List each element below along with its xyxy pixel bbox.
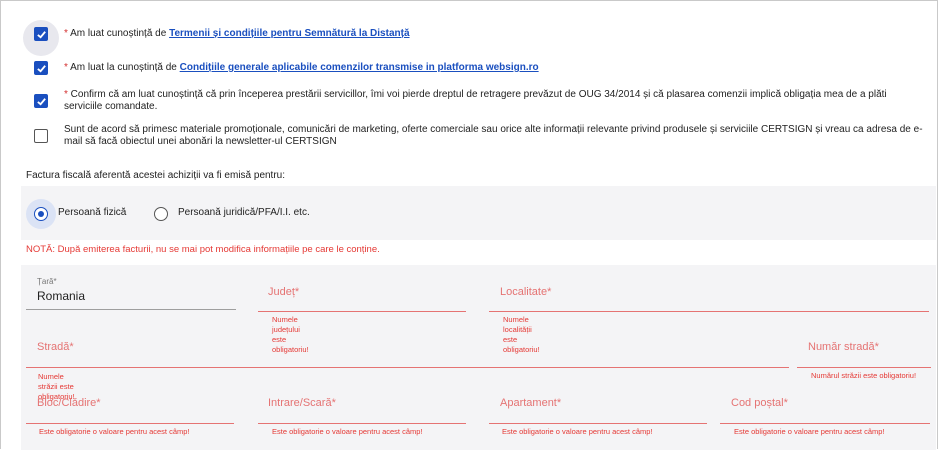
county-label: Județ* [268,286,300,298]
radio-persoana-juridica[interactable] [154,207,168,221]
marketing-consent-text: Sunt de acord să primesc materiale promo… [64,124,923,147]
locality-underline [489,311,929,312]
county-error: Numele județului este obligatoriu! [272,315,309,354]
general-conditions-link[interactable]: Condițiile generale aplicabile comenzilo… [180,62,539,73]
locality-label: Localitate* [500,286,552,298]
street-number-error: Numărul străzii este obligatoriu! [811,371,917,380]
radio-persoana-fizica[interactable] [34,207,48,221]
invoice-type-label: Factura fiscală aferentă acestei achiziț… [26,170,286,181]
radio-persoana-fizica-label[interactable]: Persoană fizică [58,207,126,218]
postal-code-label: Cod poștal* [731,397,788,409]
county-underline [258,311,466,312]
street-number-underline [797,367,931,368]
entrance-error: Este obligatorie o valoare pentru acest … [272,427,423,436]
terms-consent-text: * Am luat cunoștință de Termenii și cond… [64,28,410,39]
street-number-label: Număr stradă* [808,341,879,353]
building-label: Bloc/Clădire* [37,397,101,409]
terms-link[interactable]: Termenii și condițiile pentru Semnătură … [169,28,409,39]
withdrawal-checkbox[interactable] [34,94,48,108]
street-underline [26,367,789,368]
entrance-underline [258,423,466,424]
postal-code-error: Este obligatorie o valoare pentru acest … [734,427,885,436]
general-conditions-consent-text: * Am luat la cunoștință de Condițiile ge… [64,62,539,73]
country-select[interactable]: Romania [37,289,85,303]
street-label: Stradă* [37,341,74,353]
country-underline [26,309,236,310]
withdrawal-consent-text: * Confirm că am luat cunoștință că prin … [64,89,887,112]
locality-error: Numele localității este obligatoriu! [503,315,540,354]
terms-checkbox[interactable] [34,27,48,41]
radio-persoana-juridica-label[interactable]: Persoană juridică/PFA/I.I. etc. [178,207,310,218]
country-label: Țară* [37,277,57,286]
apartment-label: Apartament* [500,397,562,409]
marketing-checkbox[interactable] [34,129,48,143]
general-conditions-checkbox[interactable] [34,61,48,75]
invoice-note: NOTĂ: După emiterea facturii, nu se mai … [26,244,380,255]
building-underline [26,423,234,424]
building-error: Este obligatorie o valoare pentru acest … [39,427,190,436]
entrance-label: Intrare/Scară* [268,397,336,409]
postal-code-underline [720,423,930,424]
apartment-error: Este obligatorie o valoare pentru acest … [502,427,653,436]
apartment-underline [489,423,707,424]
